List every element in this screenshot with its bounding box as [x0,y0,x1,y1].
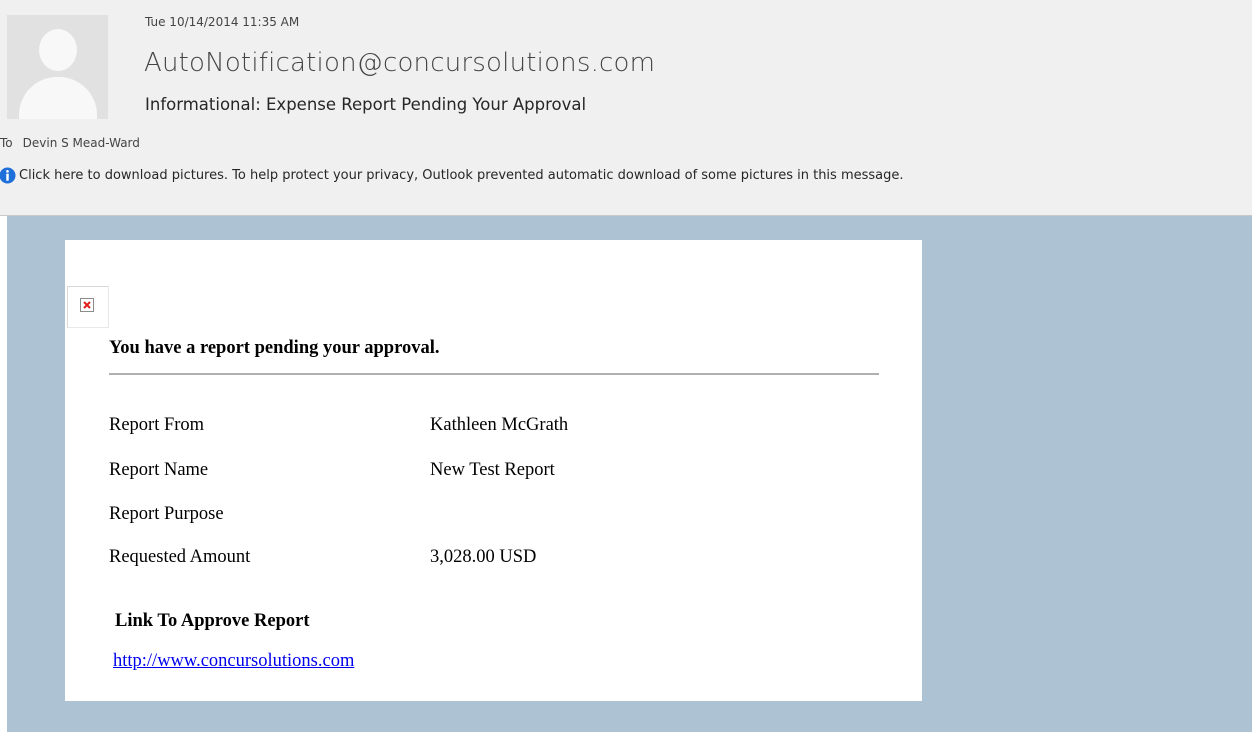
person-silhouette-icon [39,29,77,71]
sender-avatar[interactable] [7,15,108,119]
download-pictures-infobar[interactable]: Click here to download pictures. To help… [0,167,904,184]
field-value: 3,028.00 USD [430,547,537,567]
to-line: To Devin S Mead-Ward [0,136,140,150]
field-value: New Test Report [430,460,555,480]
infobar-text[interactable]: Click here to download pictures. To help… [19,168,904,183]
field-label: Report Name [109,460,209,480]
info-icon [0,167,16,184]
message-date: Tue 10/14/2014 11:35 AM [145,15,300,29]
broken-image-icon [80,298,94,312]
approve-link-heading: Link To Approve Report [115,611,310,631]
report-from-row: Report From Kathleen McGrath [109,415,568,436]
message-subject: Informational: Expense Report Pending Yo… [145,95,587,114]
to-label: To [0,136,13,150]
field-label: Requested Amount [109,547,251,567]
to-recipient[interactable]: Devin S Mead-Ward [23,136,140,150]
broken-image-placeholder[interactable] [67,286,109,328]
field-label: Report From [109,415,205,435]
field-label: Report Purpose [109,504,224,524]
sender-address[interactable]: AutoNotification@concursolutions.com [144,48,655,78]
requested-amount-row: Requested Amount 3,028.00 USD [109,547,536,568]
report-name-row: Report Name New Test Report [109,460,555,481]
email-body-card: You have a report pending your approval.… [65,240,922,701]
report-purpose-row: Report Purpose [109,504,430,525]
approve-report-link[interactable]: http://www.concursolutions.com [113,651,354,672]
approval-heading: You have a report pending your approval. [109,338,440,358]
message-header: Tue 10/14/2014 11:35 AM AutoNotification… [0,0,1252,215]
person-silhouette-body [19,77,97,119]
heading-rule [109,373,879,375]
field-value: Kathleen McGrath [430,415,569,435]
